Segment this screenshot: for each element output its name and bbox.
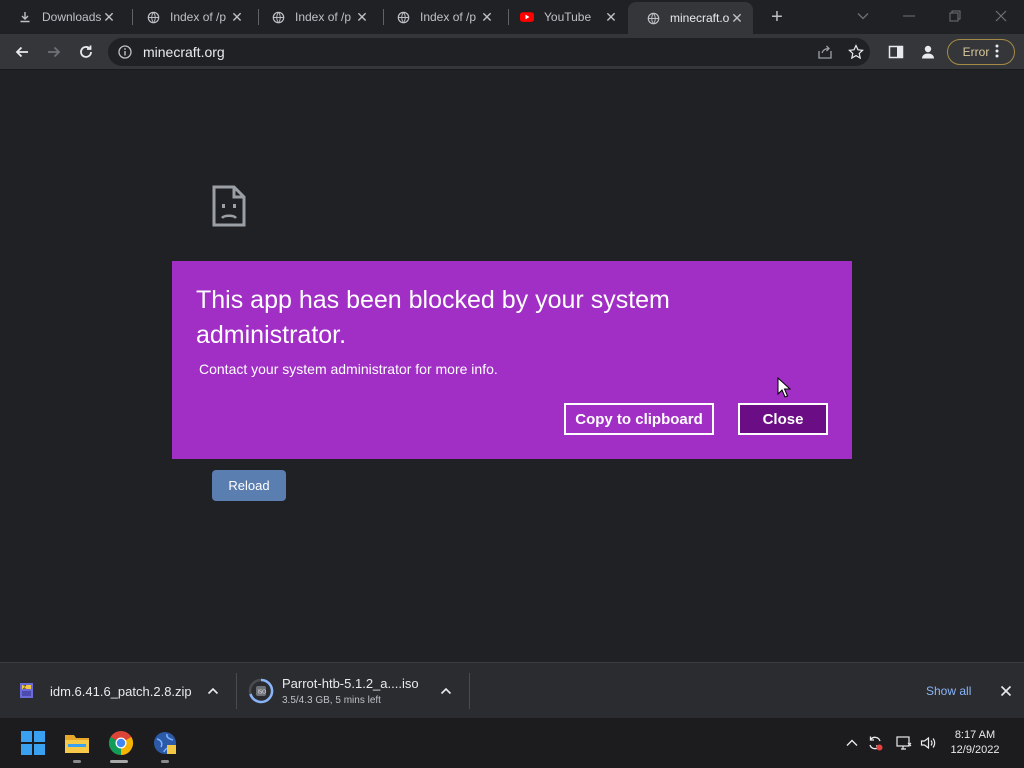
- download-shelf: Z idm.6.41.6_patch.2.8.zip ISO Parrot-ht…: [0, 662, 1024, 718]
- minimize-icon[interactable]: [892, 4, 926, 28]
- close-shelf-icon[interactable]: [998, 683, 1014, 699]
- svg-text:Z: Z: [23, 685, 27, 691]
- dialog-title: This app has been blocked by your system…: [196, 286, 670, 349]
- tab-label: Index of /p: [170, 10, 227, 24]
- download-item-parrot[interactable]: ISO Parrot-htb-5.1.2_a....iso 3.5/4.3 GB…: [248, 663, 419, 719]
- windows-start-icon[interactable]: [20, 730, 46, 756]
- file-explorer-icon[interactable]: [64, 730, 90, 756]
- running-indicator: [161, 760, 169, 763]
- globe-icon: [646, 11, 660, 25]
- download-icon: [18, 10, 32, 24]
- close-button[interactable]: Close: [738, 403, 828, 435]
- close-icon[interactable]: ✕: [229, 9, 245, 25]
- youtube-icon: [520, 10, 534, 24]
- tab-index-1[interactable]: Index of /p ✕: [128, 4, 253, 30]
- close-icon[interactable]: ✕: [729, 10, 745, 26]
- url-text: minecraft.org: [143, 44, 225, 60]
- show-all-link[interactable]: Show all: [926, 684, 971, 698]
- tab-youtube[interactable]: YouTube ✕: [502, 4, 627, 30]
- app-blocked-dialog: This app has been blocked by your system…: [172, 261, 852, 459]
- running-indicator: [73, 760, 81, 763]
- close-icon[interactable]: ✕: [479, 9, 495, 25]
- dialog-message: Contact your system administrator for mo…: [199, 361, 498, 377]
- download-filename: idm.6.41.6_patch.2.8.zip: [50, 683, 192, 699]
- network-globe-app-icon[interactable]: [152, 730, 178, 756]
- restore-icon[interactable]: [938, 4, 972, 28]
- globe-icon: [146, 10, 160, 24]
- tab-label: YouTube: [544, 10, 592, 24]
- bookmark-star-icon[interactable]: [848, 44, 864, 60]
- address-bar[interactable]: minecraft.org: [108, 38, 870, 66]
- browser-toolbar: minecraft.org Error: [0, 34, 1024, 70]
- tab-label: minecraft.o: [670, 11, 729, 25]
- shelf-divider: [236, 673, 237, 709]
- active-indicator: [110, 760, 128, 763]
- network-monitor-icon[interactable]: [896, 735, 912, 751]
- download-text: Parrot-htb-5.1.2_a....iso 3.5/4.3 GB, 5 …: [282, 676, 419, 706]
- back-button[interactable]: [9, 39, 35, 65]
- chevron-up-icon[interactable]: [438, 683, 454, 699]
- close-icon[interactable]: ✕: [354, 9, 370, 25]
- more-vertical-icon: [995, 44, 999, 61]
- volume-icon[interactable]: [920, 735, 936, 751]
- close-icon[interactable]: ✕: [603, 9, 619, 25]
- error-label: Error: [962, 45, 990, 59]
- reload-icon[interactable]: [73, 39, 99, 65]
- download-item-idm[interactable]: Z idm.6.41.6_patch.2.8.zip: [18, 663, 192, 719]
- globe-icon: [396, 10, 410, 24]
- chrome-icon[interactable]: [108, 730, 134, 756]
- download-progress-icon: ISO: [248, 678, 274, 704]
- clock-time: 8:17 AM: [954, 729, 996, 741]
- tab-search-icon[interactable]: [846, 4, 880, 28]
- chevron-up-tray-icon[interactable]: [844, 735, 860, 751]
- chevron-up-icon[interactable]: [205, 683, 221, 699]
- share-icon[interactable]: [817, 44, 833, 60]
- clock-date: 12/9/2022: [950, 744, 1000, 756]
- shelf-divider: [469, 673, 470, 709]
- copy-to-clipboard-button[interactable]: Copy to clipboard: [564, 403, 714, 435]
- tab-index-2[interactable]: Index of /p ✕: [253, 4, 378, 30]
- tab-label: Downloads: [42, 10, 101, 24]
- mouse-cursor-icon: [777, 376, 792, 403]
- svg-text:ISO: ISO: [258, 690, 267, 696]
- zip-file-icon: Z: [18, 682, 36, 700]
- window-close-icon[interactable]: [984, 4, 1018, 28]
- info-icon[interactable]: [118, 45, 132, 59]
- tab-strip: Downloads ✕ Index of /p ✕ Index of /p ✕ …: [0, 0, 1024, 34]
- tab-label: Index of /p: [295, 10, 352, 24]
- error-button[interactable]: Error: [947, 39, 1015, 65]
- tab-index-3[interactable]: Index of /p ✕: [378, 4, 503, 30]
- sync-icon[interactable]: [867, 735, 883, 751]
- taskbar: 8:17 AM 12/9/2022: [0, 718, 1024, 768]
- globe-icon: [271, 10, 285, 24]
- tab-downloads[interactable]: Downloads ✕: [0, 4, 125, 30]
- side-panel-icon[interactable]: [883, 39, 909, 65]
- close-icon[interactable]: ✕: [101, 9, 117, 25]
- forward-button[interactable]: [41, 39, 67, 65]
- sad-file-icon: [212, 185, 246, 232]
- profile-avatar-icon[interactable]: [915, 39, 941, 65]
- tab-minecraft[interactable]: minecraft.o ✕: [628, 2, 753, 34]
- download-filename: Parrot-htb-5.1.2_a....iso: [282, 676, 419, 691]
- new-tab-button[interactable]: +: [766, 6, 788, 28]
- tab-label: Index of /p: [420, 10, 477, 24]
- system-clock[interactable]: 8:17 AM 12/9/2022: [940, 728, 1010, 758]
- download-status: 3.5/4.3 GB, 5 mins left: [282, 695, 381, 706]
- reload-button[interactable]: Reload: [212, 470, 286, 501]
